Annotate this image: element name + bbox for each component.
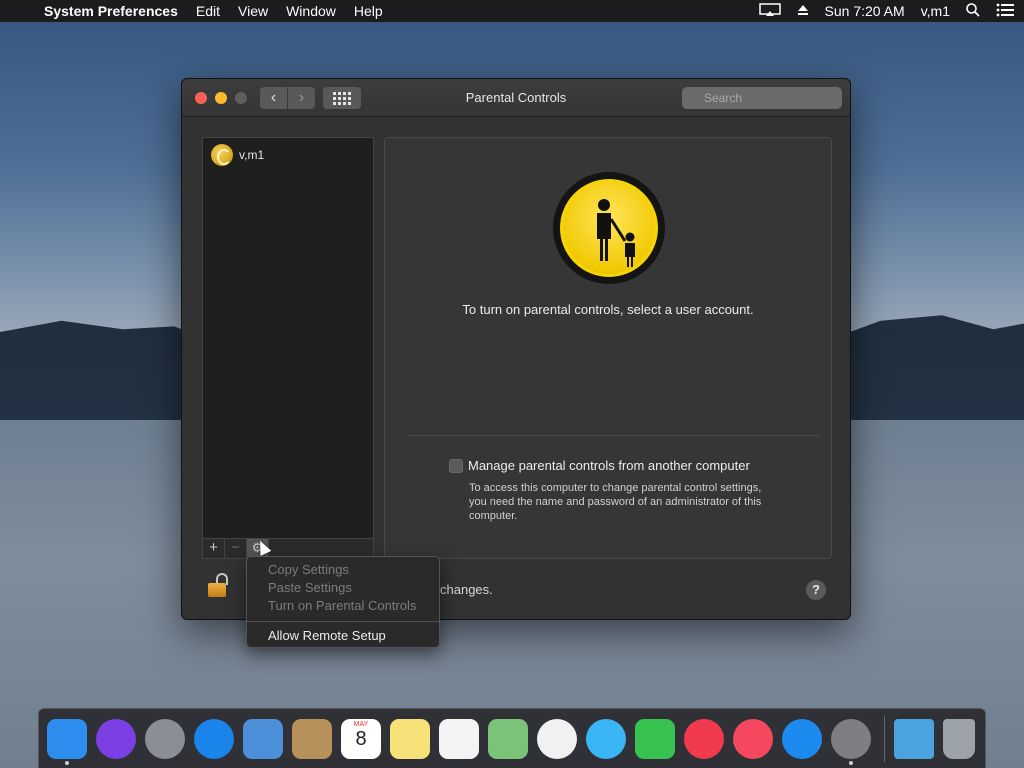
remote-manage-checkbox[interactable] (449, 458, 463, 473)
photos-icon[interactable] (537, 718, 577, 759)
running-indicator (849, 760, 853, 765)
system-preferences-icon[interactable] (831, 718, 871, 765)
parental-controls-pane: To turn on parental controls, select a u… (384, 137, 832, 559)
list-item[interactable]: v,m1 (211, 144, 264, 166)
remote-manage-option[interactable]: Manage parental controls from another co… (449, 458, 750, 473)
news-icon[interactable] (684, 718, 724, 759)
search-input[interactable] (682, 87, 842, 109)
menu-separator (247, 621, 439, 622)
user-name: v,m1 (239, 148, 265, 162)
siri-icon[interactable] (96, 718, 136, 759)
messages-icon[interactable] (586, 718, 626, 759)
menu-item-turn-on-parental-controls: Turn on Parental Controls (268, 598, 417, 613)
notes-icon[interactable] (390, 718, 430, 759)
lock-status-text: changes. (440, 582, 493, 597)
app-store-icon[interactable] (782, 718, 822, 759)
calendar-icon[interactable]: MAY 8 (341, 718, 381, 759)
contacts-icon[interactable] (292, 718, 332, 759)
user-list[interactable]: v,m1 (202, 137, 374, 539)
trash-icon[interactable] (943, 718, 975, 759)
select-account-message: To turn on parental controls, select a u… (462, 302, 754, 317)
help-button[interactable]: ? (806, 580, 826, 600)
lock-icon[interactable] (208, 573, 228, 599)
parental-controls-window: ‹ › Parental Controls v,m1 + − ⚙ (181, 78, 851, 620)
gear-context-menu: Copy Settings Paste Settings Turn on Par… (246, 556, 440, 648)
user-avatar-icon (211, 144, 233, 166)
divider (409, 435, 819, 436)
reminders-icon[interactable] (439, 718, 479, 759)
finder-icon[interactable] (47, 718, 87, 765)
menu-user[interactable]: v,m1 (921, 3, 950, 19)
facetime-icon[interactable] (635, 718, 675, 759)
downloads-folder-icon[interactable] (894, 718, 934, 759)
launchpad-icon[interactable] (145, 718, 185, 759)
menu-view[interactable]: View (238, 3, 268, 19)
remote-manage-label[interactable]: Manage parental controls from another co… (468, 458, 750, 473)
notification-center-icon[interactable] (996, 3, 1014, 20)
menu-edit[interactable]: Edit (196, 3, 220, 19)
calendar-day-label: 8 (355, 727, 367, 750)
dock: MAY 8 (38, 708, 986, 768)
safari-icon[interactable] (194, 718, 234, 759)
eject-icon[interactable] (797, 3, 809, 19)
mail-icon[interactable] (243, 718, 283, 759)
title-bar[interactable]: ‹ › Parental Controls (182, 79, 850, 117)
dock-separator (884, 715, 885, 762)
menu-app-name[interactable]: System Preferences (44, 3, 178, 19)
menu-help[interactable]: Help (354, 3, 383, 19)
menu-clock[interactable]: Sun 7:20 AM (825, 3, 905, 19)
menu-bar: System Preferences Edit View Window Help… (0, 0, 1024, 22)
airplay-display-icon[interactable] (758, 2, 781, 20)
music-icon[interactable] (733, 718, 773, 759)
menu-item-allow-remote-setup[interactable]: Allow Remote Setup (247, 627, 439, 645)
parental-controls-icon (553, 172, 665, 284)
running-indicator (65, 760, 69, 765)
spotlight-icon[interactable] (966, 2, 980, 20)
maps-icon[interactable] (488, 718, 528, 759)
calendar-month-label: MAY (353, 720, 369, 728)
remote-manage-note: To access this computer to change parent… (469, 482, 762, 522)
menu-item-paste-settings: Paste Settings (268, 580, 352, 595)
add-user-button[interactable]: + (203, 539, 225, 558)
menu-window[interactable]: Window (286, 3, 336, 19)
remove-user-button[interactable]: − (225, 539, 247, 558)
menu-item-copy-settings: Copy Settings (268, 562, 349, 577)
